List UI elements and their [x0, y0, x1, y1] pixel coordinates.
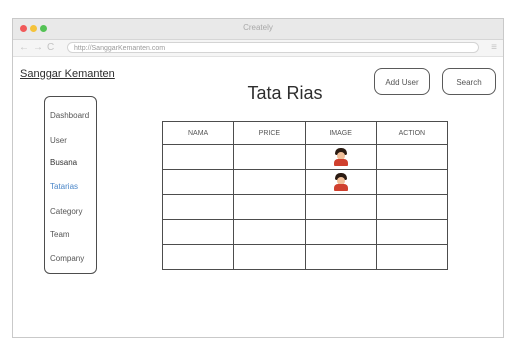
sidebar-item-team[interactable]: Team	[50, 230, 70, 239]
makeup-photo-thumbnail	[333, 172, 349, 191]
cell-image	[304, 219, 377, 245]
sidebar-item-category[interactable]: Category	[50, 207, 82, 216]
cell-price	[233, 144, 306, 170]
cell-nama	[161, 169, 235, 195]
tatarias-table: NAMA PRICE IMAGE ACTION	[161, 121, 449, 270]
cell-action[interactable]	[375, 144, 449, 170]
cell-nama	[161, 244, 235, 270]
column-header-nama: NAMA	[161, 121, 235, 145]
back-arrow-icon[interactable]: ←	[19, 42, 29, 54]
cell-image	[304, 244, 377, 270]
table-row	[161, 244, 449, 270]
search-button[interactable]: Search	[442, 68, 496, 95]
cell-price	[233, 219, 306, 245]
cell-price	[233, 194, 306, 220]
url-field[interactable]: http://SanggarKemanten.com	[67, 42, 479, 53]
table-row	[161, 219, 449, 245]
cell-action[interactable]	[375, 244, 449, 270]
brand-link[interactable]: Sanggar Kemanten	[20, 68, 115, 80]
table-row	[161, 169, 449, 195]
table-header-row: NAMA PRICE IMAGE ACTION	[161, 121, 449, 145]
reload-icon[interactable]: C	[47, 42, 54, 54]
title-bar: Creately	[13, 19, 503, 40]
cell-image	[304, 194, 377, 220]
cell-image	[304, 169, 377, 195]
sidebar-item-busana[interactable]: Busana	[50, 158, 77, 167]
cell-action[interactable]	[375, 169, 449, 195]
add-user-button[interactable]: Add User	[374, 68, 430, 95]
cell-action[interactable]	[375, 219, 449, 245]
sidebar-item-company[interactable]: Company	[50, 254, 84, 263]
page-title: Tata Rias	[247, 83, 323, 103]
cell-action[interactable]	[375, 194, 449, 220]
column-header-action: ACTION	[375, 121, 449, 145]
window-title: Creately	[243, 23, 273, 32]
makeup-photo-thumbnail	[333, 147, 349, 166]
table-row	[161, 144, 449, 170]
address-bar: ← → C http://SanggarKemanten.com ≡	[13, 40, 503, 57]
cell-price	[233, 244, 306, 270]
table-row	[161, 194, 449, 220]
hamburger-menu-icon[interactable]: ≡	[491, 42, 497, 54]
cell-nama	[161, 144, 235, 170]
sidebar: Dashboard User Busana Tatarias Category …	[44, 96, 97, 274]
column-header-price: PRICE	[233, 121, 306, 145]
cell-nama	[161, 219, 235, 245]
cell-price	[233, 169, 306, 195]
column-header-image: IMAGE	[304, 121, 377, 145]
sidebar-item-dashboard[interactable]: Dashboard	[50, 111, 89, 120]
cell-image	[304, 144, 377, 170]
sidebar-item-tatarias[interactable]: Tatarias	[50, 182, 78, 191]
cell-nama	[161, 194, 235, 220]
sidebar-item-user[interactable]: User	[50, 136, 67, 145]
forward-arrow-icon[interactable]: →	[33, 42, 43, 54]
